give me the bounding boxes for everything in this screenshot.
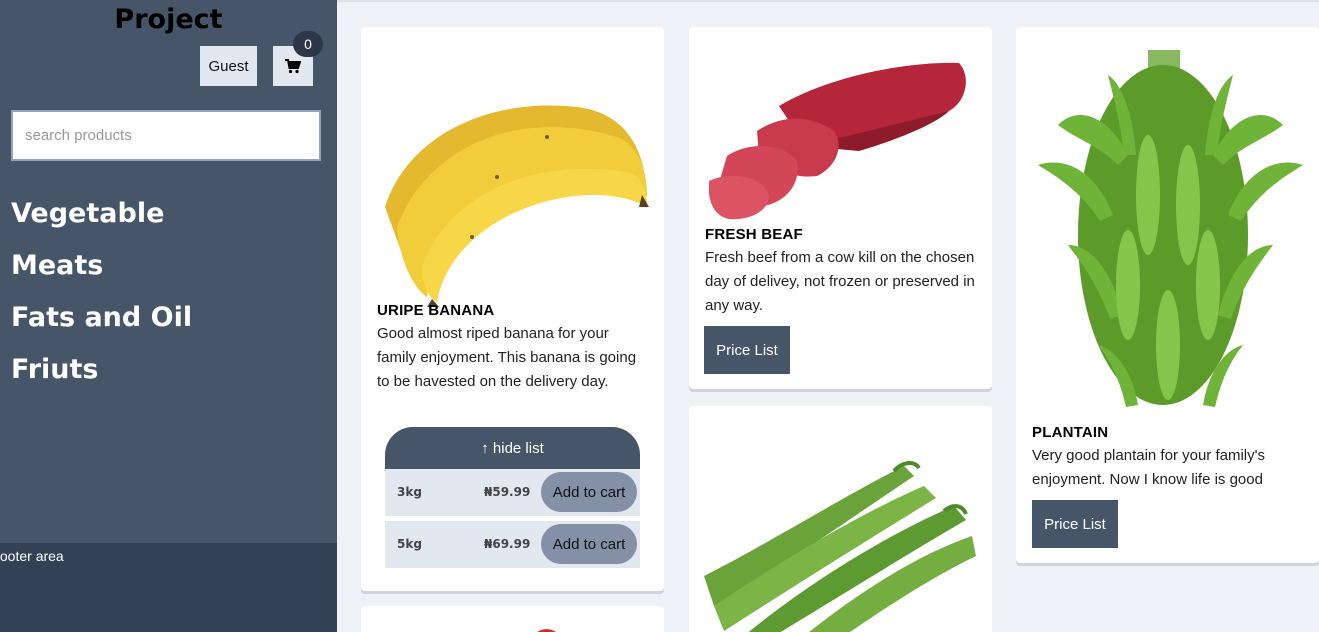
- banana-image: [385, 105, 649, 307]
- category-friuts[interactable]: Friuts: [11, 348, 192, 400]
- category-fats-and-oil[interactable]: Fats and Oil: [11, 296, 192, 348]
- top-divider: [337, 0, 1319, 2]
- okra-image: [704, 461, 976, 632]
- add-to-cart-button[interactable]: Add to cart: [541, 472, 637, 512]
- product-title: PLANTAIN: [1032, 424, 1109, 441]
- price-amount: ₦69.99: [484, 537, 531, 551]
- sidebar: Project Guest 0 Vegetable Meats Fats and…: [0, 0, 337, 543]
- product-card-beef: FRESH BEAF Fresh beef from a cow kill on…: [689, 27, 992, 389]
- price-row: 5kg ₦69.99 Add to cart: [385, 521, 640, 568]
- product-title: FRESH BEAF: [705, 226, 803, 243]
- product-description: Very good plantain for your family's enj…: [1032, 447, 1265, 488]
- price-list: ↑ hide list 3kg ₦59.99 Add to cart 5kg ₦…: [385, 427, 640, 573]
- category-meats[interactable]: Meats: [11, 244, 192, 296]
- plantain-image: [1038, 50, 1303, 407]
- product-description: Good almost riped banana for your family…: [377, 325, 637, 390]
- product-card-okra: [689, 406, 992, 632]
- guest-button[interactable]: Guest: [200, 46, 257, 86]
- price-list-button[interactable]: Price List: [704, 326, 790, 374]
- product-card-banana: URIPE BANANA Good almost riped banana fo…: [361, 27, 664, 591]
- cart-icon: [285, 58, 301, 73]
- category-list: Vegetable Meats Fats and Oil Friuts: [11, 192, 192, 400]
- price-row: 3kg ₦59.99 Add to cart: [385, 469, 640, 516]
- price-amount: ₦59.99: [484, 485, 531, 499]
- footer: footer area: [0, 543, 337, 632]
- add-to-cart-button[interactable]: Add to cart: [541, 524, 637, 564]
- price-weight: 3kg: [397, 485, 422, 499]
- hide-list-button[interactable]: ↑ hide list: [385, 427, 640, 469]
- price-weight: 5kg: [397, 537, 422, 551]
- product-card-plantain: PLANTAIN Very good plantain for your fam…: [1016, 27, 1319, 563]
- beef-image: [709, 62, 966, 220]
- product-title: URIPE BANANA: [377, 302, 495, 319]
- product-description: Fresh beef from a cow kill on the chosen…: [705, 249, 975, 314]
- cart-count-badge: 0: [293, 31, 323, 57]
- product-card-partial: [361, 606, 664, 632]
- product-image-partial: [537, 629, 556, 632]
- price-list-button[interactable]: Price List: [1032, 500, 1118, 548]
- brand-title: Project: [114, 4, 223, 35]
- search-input[interactable]: [11, 110, 321, 161]
- category-vegetable[interactable]: Vegetable: [11, 192, 192, 244]
